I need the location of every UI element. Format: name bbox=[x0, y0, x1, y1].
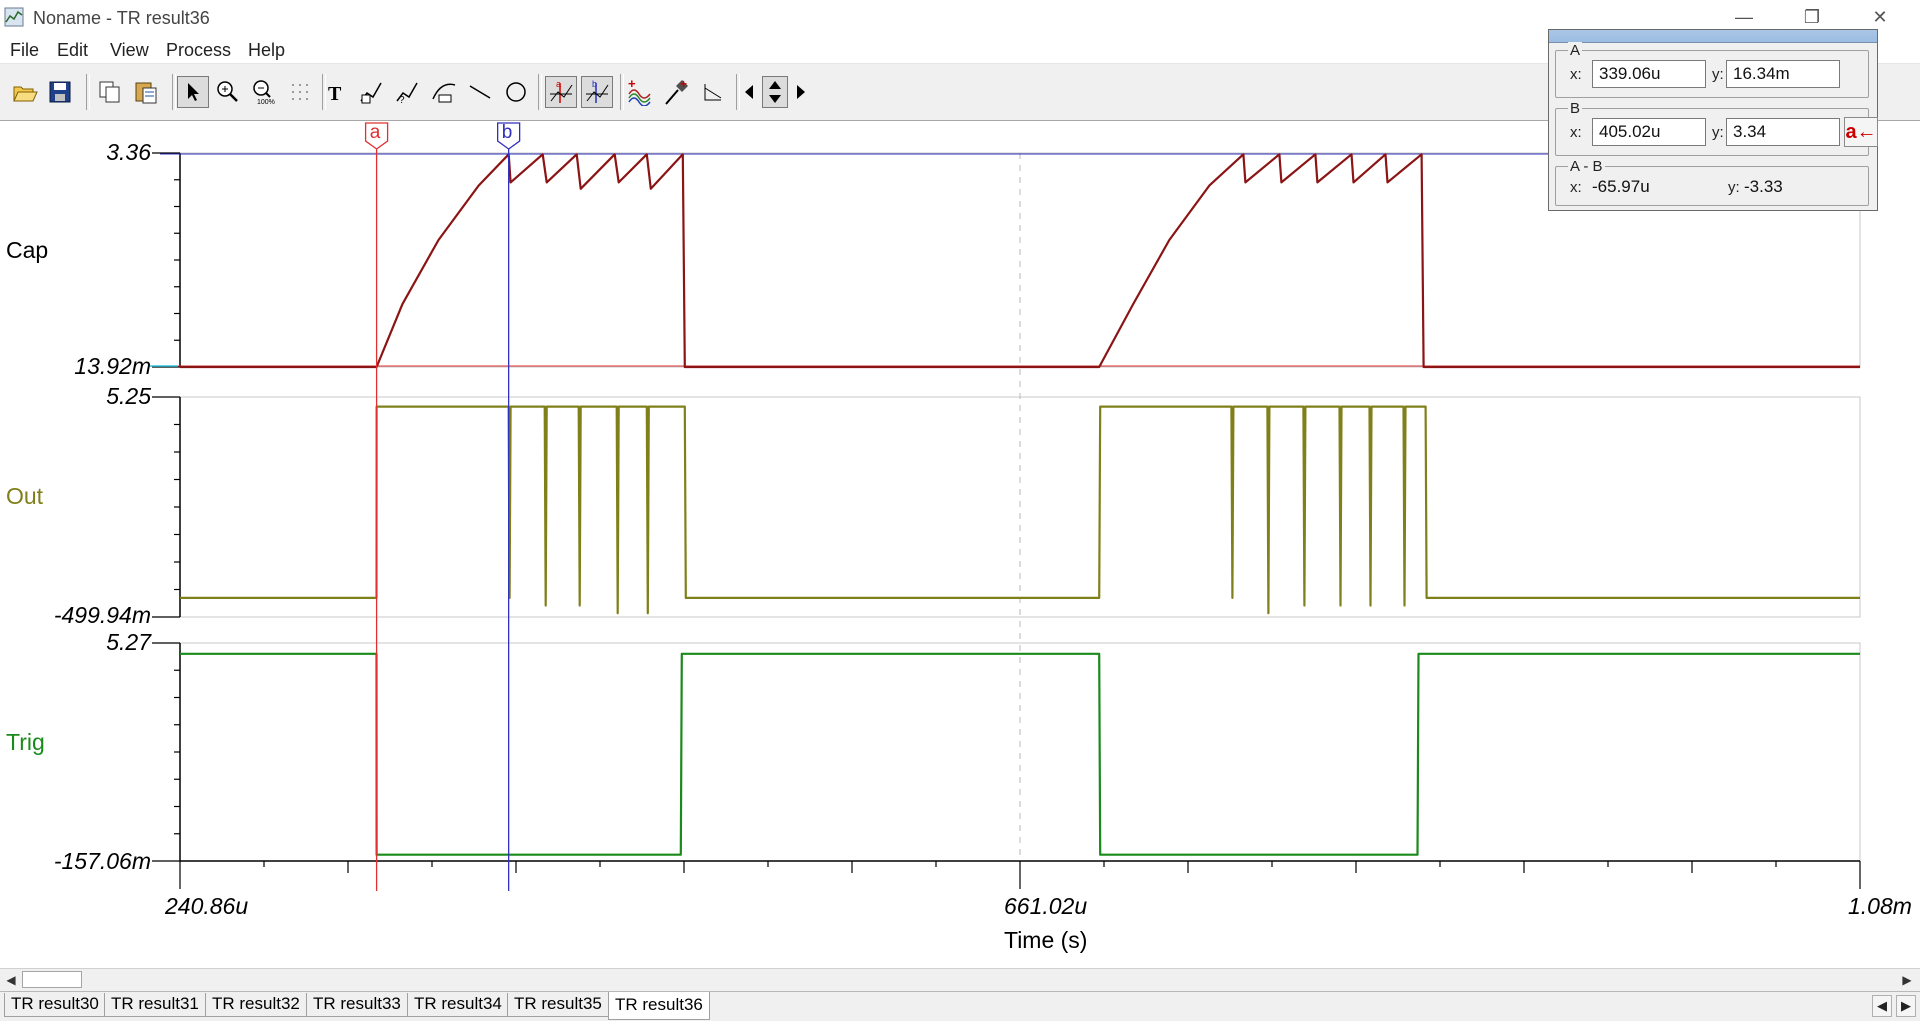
series-label-trig: Trig bbox=[6, 729, 45, 755]
pointer-icon[interactable] bbox=[177, 76, 209, 108]
scroll-right-icon[interactable]: ▶ bbox=[1898, 971, 1916, 989]
cursor-diff-group: A - B x: -65.97u y: -3.33 bbox=[1555, 158, 1869, 206]
tab-tr-result34[interactable]: TR result34 bbox=[407, 993, 509, 1017]
menu-edit[interactable]: Edit bbox=[57, 40, 88, 61]
waveform-chart[interactable] bbox=[0, 121, 1920, 967]
svg-text:+: + bbox=[680, 78, 687, 91]
line-icon[interactable] bbox=[464, 76, 496, 108]
app-icon bbox=[4, 7, 24, 27]
annotate-3-icon[interactable] bbox=[428, 76, 460, 108]
scroll-left-icon[interactable]: ◀ bbox=[2, 971, 20, 989]
plot-area[interactable]: Cap Out Trig 3.36 13.92m 5.25 -499.94m 5… bbox=[0, 121, 1920, 967]
slope-icon[interactable] bbox=[697, 76, 729, 108]
x-axis-label: Time (s) bbox=[1004, 927, 1088, 953]
tab-scroll-right-icon[interactable]: ▶ bbox=[1896, 995, 1916, 1017]
trace-out bbox=[180, 405, 1860, 615]
tab-tr-result32[interactable]: TR result32 bbox=[205, 993, 307, 1017]
xtick-start: 240.86u bbox=[165, 893, 249, 919]
add-curve-icon[interactable]: + bbox=[624, 76, 656, 108]
save-icon[interactable] bbox=[44, 76, 76, 108]
scrollbar-thumb[interactable] bbox=[22, 971, 82, 988]
open-icon[interactable] bbox=[9, 76, 41, 108]
svg-text:a: a bbox=[556, 79, 561, 89]
cursor-readout-panel: A x: 339.06u y: 16.34m B x: 405.02u y: 3… bbox=[1548, 29, 1878, 211]
cursor-a-x-label: x: bbox=[1570, 66, 1582, 83]
svg-text:T: T bbox=[328, 83, 342, 103]
menu-file[interactable]: File bbox=[10, 40, 39, 61]
nav-left-icon[interactable] bbox=[740, 76, 758, 108]
cursor-b-y-label: y: bbox=[1712, 124, 1724, 141]
cursor-b-tag[interactable]: b bbox=[496, 122, 518, 144]
ytick-trig-min: -157.06m bbox=[53, 848, 151, 874]
cursor-a-group-label: A bbox=[1568, 42, 1583, 59]
ytick-trig-max: 5.27 bbox=[106, 629, 151, 655]
xtick-mid: 661.02u bbox=[1004, 893, 1088, 919]
grid-icon[interactable] bbox=[284, 76, 316, 108]
tab-tr-result36[interactable]: TR result36 bbox=[608, 992, 710, 1020]
move-cursor-a-button[interactable]: a← bbox=[1844, 117, 1878, 147]
svg-text:?: ? bbox=[399, 95, 405, 105]
xtick-end: 1.08m bbox=[1848, 893, 1912, 919]
series-label-cap: Cap bbox=[6, 237, 49, 263]
cursor-a-y-field[interactable]: 16.34m bbox=[1726, 60, 1840, 88]
cursor-a-tag[interactable]: a bbox=[364, 122, 386, 144]
cursor-b-x-field[interactable]: 405.02u bbox=[1592, 118, 1706, 146]
marker-icon[interactable]: + bbox=[660, 76, 692, 108]
nav-right-icon[interactable] bbox=[792, 76, 810, 108]
tab-tr-result31[interactable]: TR result31 bbox=[104, 993, 206, 1017]
nav-updown-icon[interactable] bbox=[762, 76, 788, 108]
text-icon[interactable]: T bbox=[320, 76, 352, 108]
window-title: Noname - TR result36 bbox=[33, 8, 210, 28]
ytick-cap-max: 3.36 bbox=[106, 139, 151, 165]
tab-bar: TR result30 TR result31 TR result32 TR r… bbox=[0, 991, 1920, 1021]
annotate-icon[interactable] bbox=[356, 76, 388, 108]
svg-text:+: + bbox=[628, 78, 636, 91]
cursor-diff-x-label: x: bbox=[1570, 179, 1582, 196]
cursor-panel-titlebar[interactable] bbox=[1549, 30, 1877, 43]
svg-text:100%: 100% bbox=[257, 99, 275, 105]
series-label-out: Out bbox=[6, 483, 44, 509]
menu-view[interactable]: View bbox=[110, 40, 149, 61]
cursor-diff-group-label: A - B bbox=[1568, 158, 1605, 175]
paste-icon[interactable] bbox=[130, 76, 162, 108]
menu-process[interactable]: Process bbox=[166, 40, 231, 61]
tab-tr-result35[interactable]: TR result35 bbox=[507, 993, 609, 1017]
ytick-out-min: -499.94m bbox=[53, 602, 151, 628]
tab-tr-result30[interactable]: TR result30 bbox=[4, 993, 106, 1017]
zoom-out-icon[interactable]: 100% bbox=[248, 76, 280, 108]
cursor-b-group-label: B bbox=[1568, 100, 1583, 117]
annotate-2-icon[interactable]: ? bbox=[392, 76, 424, 108]
ytick-cap-min: 13.92m bbox=[74, 353, 151, 379]
tab-scroll-arrows: ◀ ▶ bbox=[1872, 995, 1916, 1017]
cursor-b-icon[interactable]: b bbox=[581, 76, 613, 108]
copy-icon[interactable] bbox=[94, 76, 126, 108]
cursor-a-icon[interactable]: a bbox=[545, 76, 577, 108]
horizontal-scrollbar[interactable]: ◀ ▶ bbox=[0, 968, 1920, 991]
cursor-diff-y-value: -3.33 bbox=[1744, 177, 1783, 196]
menu-help[interactable]: Help bbox=[248, 40, 285, 61]
tab-scroll-left-icon[interactable]: ◀ bbox=[1872, 995, 1892, 1017]
tab-tr-result33[interactable]: TR result33 bbox=[306, 993, 408, 1017]
circle-icon[interactable] bbox=[500, 76, 532, 108]
cursor-a-x-field[interactable]: 339.06u bbox=[1592, 60, 1706, 88]
cursor-a-y-label: y: bbox=[1712, 66, 1724, 83]
cursor-diff-x-value: -65.97u bbox=[1592, 177, 1650, 196]
cursor-diff-y-label: y: bbox=[1728, 179, 1740, 196]
svg-text:b: b bbox=[592, 79, 597, 89]
ytick-out-max: 5.25 bbox=[106, 383, 151, 409]
cursor-a-group: A x: 339.06u y: 16.34m bbox=[1555, 42, 1869, 98]
cursor-b-group: B x: 405.02u y: 3.34 a← bbox=[1555, 100, 1878, 156]
zoom-in-icon[interactable] bbox=[212, 76, 244, 108]
cursor-b-y-field[interactable]: 3.34 bbox=[1726, 118, 1840, 146]
cursor-b-x-label: x: bbox=[1570, 124, 1582, 141]
